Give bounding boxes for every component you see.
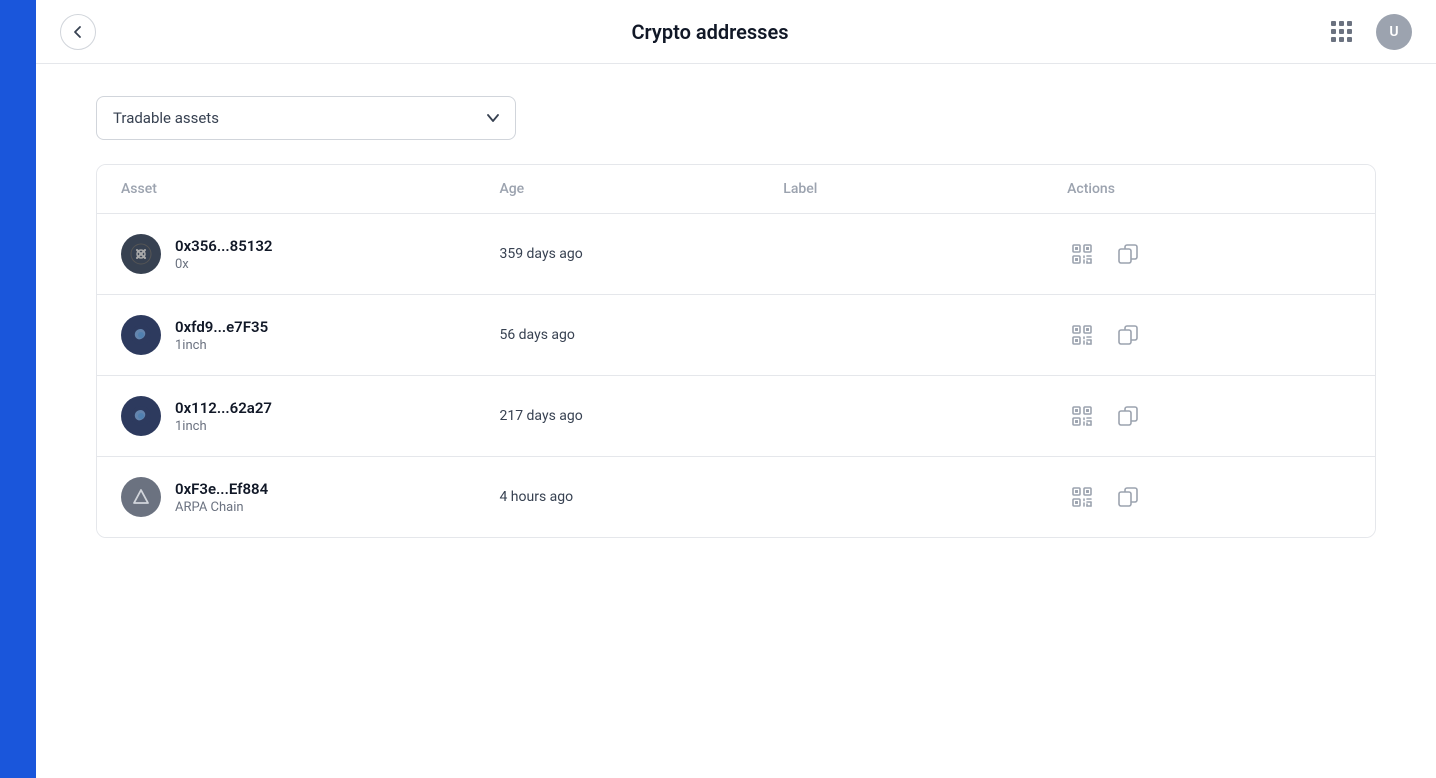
asset-sublabel-3: 1inch [175,419,272,434]
asset-cell-4: 0xF3e...Ef884 ARPA Chain [121,477,499,517]
asset-address-4: 0xF3e...Ef884 [175,480,268,498]
grid-icon [1331,21,1353,43]
header-left [60,14,96,50]
crypto-icon-1 [129,242,153,266]
qr-button-2[interactable] [1067,320,1097,350]
qr-icon-2 [1071,324,1093,346]
crypto-icon-3 [129,404,153,428]
header: Crypto addresses U [36,0,1436,64]
asset-icon-4 [121,477,161,517]
actions-cell-4 [1067,482,1351,512]
col-asset: Asset [121,181,499,197]
table-row: 0x356...85132 0x 359 days ago [97,214,1375,295]
col-age: Age [499,181,783,197]
copy-icon-2 [1118,325,1138,345]
qr-button-1[interactable] [1067,239,1097,269]
asset-address-2: 0xfd9...e7F35 [175,318,268,336]
qr-icon-3 [1071,405,1093,427]
copy-button-3[interactable] [1113,401,1143,431]
sidebar [0,0,36,778]
age-cell-2: 56 days ago [499,327,783,343]
qr-button-3[interactable] [1067,401,1097,431]
age-cell-3: 217 days ago [499,408,783,424]
asset-icon-2 [121,315,161,355]
user-avatar[interactable]: U [1376,14,1412,50]
header-right: U [1324,14,1412,50]
copy-button-4[interactable] [1113,482,1143,512]
age-cell-4: 4 hours ago [499,489,783,505]
asset-cell-2: 0xfd9...e7F35 1inch [121,315,499,355]
table-row: 0xF3e...Ef884 ARPA Chain 4 hours ago [97,457,1375,537]
table-row: 0xfd9...e7F35 1inch 56 days ago [97,295,1375,376]
table-row: 0x112...62a27 1inch 217 days ago [97,376,1375,457]
asset-cell-1: 0x356...85132 0x [121,234,499,274]
age-cell-1: 359 days ago [499,246,783,262]
back-arrow-icon [70,24,86,40]
qr-icon-1 [1071,243,1093,265]
main-wrapper: Crypto addresses U [36,0,1436,778]
content-area: Tradable assets Asset Age Label Actions [36,64,1436,570]
copy-button-2[interactable] [1113,320,1143,350]
copy-button-1[interactable] [1113,239,1143,269]
asset-info-2: 0xfd9...e7F35 1inch [175,318,268,353]
copy-icon-4 [1118,487,1138,507]
actions-cell-1 [1067,239,1351,269]
asset-filter-dropdown[interactable]: Tradable assets [96,96,516,140]
table-header: Asset Age Label Actions [97,165,1375,214]
qr-button-4[interactable] [1067,482,1097,512]
actions-cell-3 [1067,401,1351,431]
dropdown-label: Tradable assets [113,109,219,127]
qr-icon-4 [1071,486,1093,508]
back-button[interactable] [60,14,96,50]
asset-icon-3 [121,396,161,436]
col-actions: Actions [1067,181,1351,197]
dropdown-arrow-icon [487,111,499,125]
asset-info-3: 0x112...62a27 1inch [175,399,272,434]
col-label: Label [783,181,1067,197]
actions-cell-2 [1067,320,1351,350]
asset-info-4: 0xF3e...Ef884 ARPA Chain [175,480,268,515]
crypto-icon-2 [129,323,153,347]
asset-address-3: 0x112...62a27 [175,399,272,417]
crypto-icon-4 [129,485,153,509]
asset-sublabel-4: ARPA Chain [175,500,268,515]
copy-icon-1 [1118,244,1138,264]
asset-address-1: 0x356...85132 [175,237,273,255]
sidebar-logo [0,8,36,44]
asset-info-1: 0x356...85132 0x [175,237,273,272]
page-title: Crypto addresses [631,20,788,44]
asset-sublabel-2: 1inch [175,338,268,353]
asset-icon-1 [121,234,161,274]
dropdown-wrapper: Tradable assets [96,96,1376,140]
asset-cell-3: 0x112...62a27 1inch [121,396,499,436]
addresses-table: Asset Age Label Actions [96,164,1376,538]
copy-icon-3 [1118,406,1138,426]
asset-sublabel-1: 0x [175,257,273,272]
grid-menu-button[interactable] [1324,14,1360,50]
